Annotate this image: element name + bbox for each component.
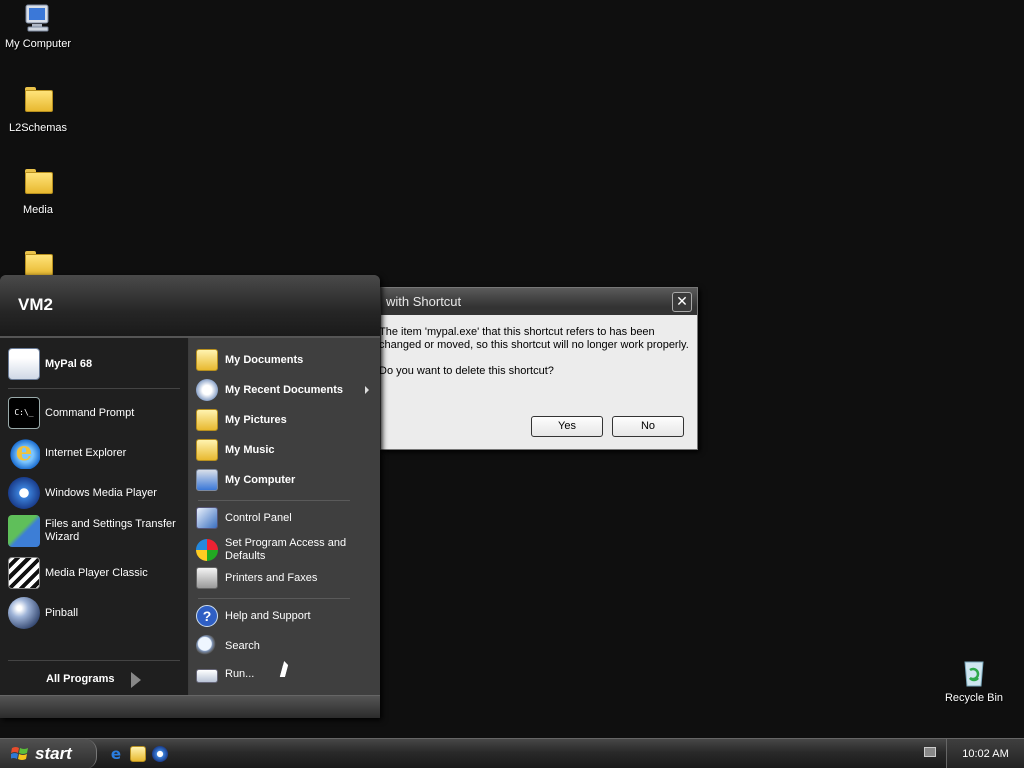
recent-documents-icon [196, 379, 218, 401]
desktop-icon-l2schemas[interactable]: L2Schemas [0, 84, 76, 134]
place-label: Search [225, 640, 260, 652]
all-programs-arrow-icon [131, 672, 141, 688]
program-internet-explorer[interactable]: e Internet Explorer [8, 437, 186, 469]
program-label: Internet Explorer [45, 447, 127, 459]
place-program-access[interactable]: Set Program Access and Defaults [196, 537, 376, 563]
start-label: start [35, 744, 72, 763]
program-media-player-classic[interactable]: Media Player Classic [8, 557, 186, 589]
place-label: Help and Support [225, 610, 311, 622]
internet-explorer-icon: e [8, 437, 40, 469]
yes-button[interactable]: Yes [531, 416, 603, 437]
desktop-icon-label: Media [23, 204, 53, 216]
place-my-pictures[interactable]: My Pictures [196, 409, 376, 431]
computer-icon [25, 4, 49, 32]
place-control-panel[interactable]: Control Panel [196, 507, 376, 529]
program-windows-media-player[interactable]: Windows Media Player [8, 477, 186, 509]
no-button[interactable]: No [612, 416, 684, 437]
place-my-recent-documents[interactable]: My Recent Documents [196, 379, 376, 401]
program-command-prompt[interactable]: C:\_ Command Prompt [8, 397, 186, 429]
place-help-support[interactable]: ? Help and Support [196, 605, 376, 627]
place-my-documents[interactable]: My Documents [196, 349, 376, 371]
desktop-icon-label: Recycle Bin [944, 692, 1004, 704]
close-icon[interactable]: ✕ [672, 292, 692, 312]
help-icon: ? [196, 605, 218, 627]
explorer-folder-icon[interactable] [130, 746, 146, 762]
program-label: Files and Settings Transfer Wizard [45, 518, 176, 543]
desktop-icon-label: L2Schemas [8, 122, 68, 134]
place-my-music[interactable]: My Music [196, 439, 376, 461]
folder-icon [25, 87, 53, 112]
program-label: Media Player Classic [45, 567, 148, 579]
clapperboard-icon [8, 557, 40, 589]
control-panel-icon [196, 507, 218, 529]
transfer-wizard-icon [8, 515, 40, 547]
command-prompt-icon: C:\_ [8, 397, 40, 429]
folder-icon [25, 251, 53, 276]
pictures-folder-icon [196, 409, 218, 431]
system-tray-clock[interactable]: 10:02 AM [946, 739, 1024, 768]
taskbar: start e 10:02 AM [0, 738, 1024, 768]
menu-separator [198, 500, 350, 501]
keyboard-icon[interactable] [924, 747, 936, 757]
menu-separator [8, 660, 180, 661]
program-label: Pinball [45, 607, 79, 619]
documents-folder-icon [196, 349, 218, 371]
program-label: Command Prompt [45, 407, 135, 419]
program-transfer-wizard[interactable]: Files and Settings Transfer Wizard [8, 515, 186, 547]
media-player-icon [8, 477, 40, 509]
desktop-icon-recycle-bin[interactable]: Recycle Bin [936, 656, 1012, 704]
delete-shortcut-dialog: with Shortcut ✕ The item 'mypal.exe' tha… [379, 287, 698, 450]
place-search[interactable]: Search [196, 635, 376, 657]
run-icon [196, 669, 218, 683]
pinball-icon [8, 597, 40, 629]
computer-icon [196, 469, 218, 491]
windows-flag-icon [11, 747, 28, 760]
place-label: Printers and Faxes [225, 572, 318, 584]
desktop-icon-my-computer[interactable]: My Computer [0, 2, 76, 50]
internet-explorer-icon[interactable]: e [108, 746, 124, 762]
place-printers-faxes[interactable]: Printers and Faxes [196, 567, 376, 589]
desktop-icon-label: My Computer [4, 38, 72, 50]
place-label: My Pictures [225, 414, 287, 426]
all-programs-button[interactable]: All Programs [46, 673, 114, 685]
menu-separator [198, 598, 350, 599]
place-label: My Computer [225, 474, 296, 486]
place-label: My Documents [225, 354, 304, 366]
program-access-icon [196, 539, 218, 561]
desktop-icon-media[interactable]: Media [0, 166, 76, 216]
dialog-title: with Shortcut [381, 288, 697, 315]
place-label: Run... [225, 668, 255, 680]
start-button[interactable]: start [0, 739, 97, 768]
folder-icon [25, 169, 53, 194]
printer-icon [196, 567, 218, 589]
recycle-bin-icon [964, 661, 984, 687]
program-pinball[interactable]: Pinball [8, 597, 186, 629]
place-label: Set Program Access and Defaults [225, 537, 347, 562]
place-label: Control Panel [225, 512, 292, 524]
place-label: My Music [225, 444, 275, 456]
search-icon [196, 635, 218, 657]
submenu-arrow-icon [365, 386, 369, 394]
program-label: MyPal 68 [45, 358, 93, 370]
start-menu-user: VM2 [0, 275, 380, 338]
start-menu-footer [0, 695, 380, 718]
place-label: My Recent Documents [225, 384, 343, 396]
music-folder-icon [196, 439, 218, 461]
program-mypal[interactable]: MyPal 68 [8, 348, 186, 380]
show-desktop-icon[interactable] [152, 746, 168, 762]
program-label: Windows Media Player [45, 487, 157, 499]
dialog-question: Do you want to delete this shortcut? [379, 365, 554, 377]
place-my-computer[interactable]: My Computer [196, 469, 376, 491]
menu-separator [8, 388, 180, 389]
dialog-message: The item 'mypal.exe' that this shortcut … [379, 326, 689, 351]
browser-window-icon [8, 348, 40, 380]
